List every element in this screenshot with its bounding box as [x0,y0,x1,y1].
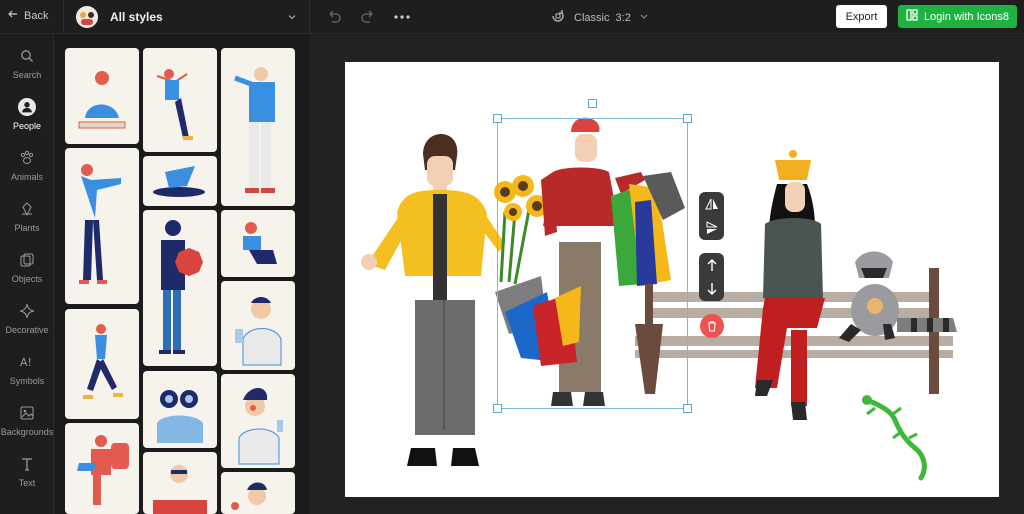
more-options-button[interactable] [392,8,412,26]
sidebar-item-label: Decorative [5,324,49,335]
search-icon [18,47,36,65]
sidebar-item-label: Animals [10,171,43,182]
history-tools [324,8,412,26]
divider [309,0,310,34]
rotate-handle[interactable] [588,99,597,108]
illustration-card[interactable] [143,210,217,366]
illustration-card[interactable] [221,281,295,370]
sidebar-item-backgrounds[interactable]: Backgrounds [0,396,54,444]
back-label: Back [24,9,49,22]
login-label: Login with Icons8 [924,10,1009,23]
sidebar-item-objects[interactable]: Objects [0,243,54,291]
style-avatar [76,6,98,28]
man-yellow-jacket[interactable] [361,134,505,466]
image-icon [18,404,36,422]
arrow-left-icon [8,9,18,22]
sidebar-item-search[interactable]: Search [0,39,54,87]
illustration-card[interactable] [143,156,217,206]
delete-button[interactable] [700,314,724,338]
chevron-down-icon [286,10,298,28]
login-button[interactable]: Login with Icons8 [898,5,1017,28]
illustration-card[interactable] [143,48,217,152]
illustrations-panel [55,35,309,514]
illustration-card[interactable] [65,148,139,304]
illustration-card[interactable] [221,472,295,514]
sidebar-item-label: Plants [14,222,40,233]
illustration-card[interactable] [65,309,139,419]
illustration-card[interactable] [221,210,295,277]
selection-frame[interactable] [497,118,688,409]
sidebar-item-people[interactable]: People [0,90,54,138]
resize-handle-bottom-right[interactable] [683,404,692,413]
plant-icon [18,200,36,218]
objects-icon [18,251,36,269]
category-sidebar: Search People Animals Plants Objects Dec… [0,35,54,514]
sidebar-item-text[interactable]: Text [0,447,54,495]
sidebar-item-label: Objects [11,273,43,284]
illustration-card[interactable] [143,452,217,514]
undo-button[interactable] [324,8,344,26]
sidebar-item-decorative[interactable]: Decorative [0,294,54,342]
canvas-format-dropdown[interactable]: Classic 3:2 [550,8,649,27]
icons8-logo-icon [906,9,918,24]
canvas-format-label: Classic 3:2 [574,11,631,24]
redo-button[interactable] [358,8,378,26]
resize-handle-top-right[interactable] [683,114,692,123]
sidebar-item-animals[interactable]: Animals [0,141,54,189]
more-icon [394,15,410,19]
illustration-card[interactable] [65,48,139,144]
app-window: Back All styles Classic 3:2 Export Login… [0,0,1024,514]
layer-controls [699,253,724,301]
sidebar-item-label: Text [18,477,36,488]
illustration-card[interactable] [221,374,295,468]
illustration-card[interactable] [65,423,139,514]
rotate-icon [550,8,566,27]
flip-vertical-icon [706,221,717,234]
sidebar-item-symbols[interactable]: A! Symbols [0,345,54,393]
redo-icon [361,10,373,23]
illustration-card[interactable] [221,48,295,206]
undo-icon [329,10,341,23]
flip-horizontal-button[interactable] [699,192,724,216]
woman-with-crown[interactable] [755,150,825,420]
sidebar-item-label: Backgrounds [0,426,54,437]
arrow-up-icon [707,259,716,271]
paw-icon [18,149,36,167]
divider [63,0,64,34]
top-toolbar: Back All styles Classic 3:2 Export Login… [0,0,1024,34]
symbols-icon: A! [18,353,36,371]
sidebar-item-label: Search [12,69,42,80]
styles-dropdown[interactable]: All styles [76,5,306,29]
sidebar-item-plants[interactable]: Plants [0,192,54,240]
back-button[interactable]: Back [8,9,48,22]
illustration-card[interactable] [143,371,217,448]
arrow-down-icon [707,283,716,295]
flip-horizontal-icon [704,198,718,210]
sparkle-icon [18,302,36,320]
styles-label: All styles [110,10,163,24]
resize-handle-bottom-left[interactable] [493,404,502,413]
flip-vertical-button[interactable] [699,216,724,240]
chevron-down-icon [639,11,649,24]
green-lizard[interactable] [862,395,927,481]
svg-text:A!: A! [20,356,32,369]
person-icon [18,97,36,116]
export-button[interactable]: Export [836,5,887,28]
resize-handle-top-left[interactable] [493,114,502,123]
trash-icon [708,321,716,332]
text-icon [18,455,36,473]
bring-forward-button[interactable] [699,253,724,277]
sidebar-item-label: Symbols [9,375,45,386]
send-backward-button[interactable] [699,277,724,301]
flip-controls [699,192,724,240]
sidebar-item-label: People [12,120,42,131]
